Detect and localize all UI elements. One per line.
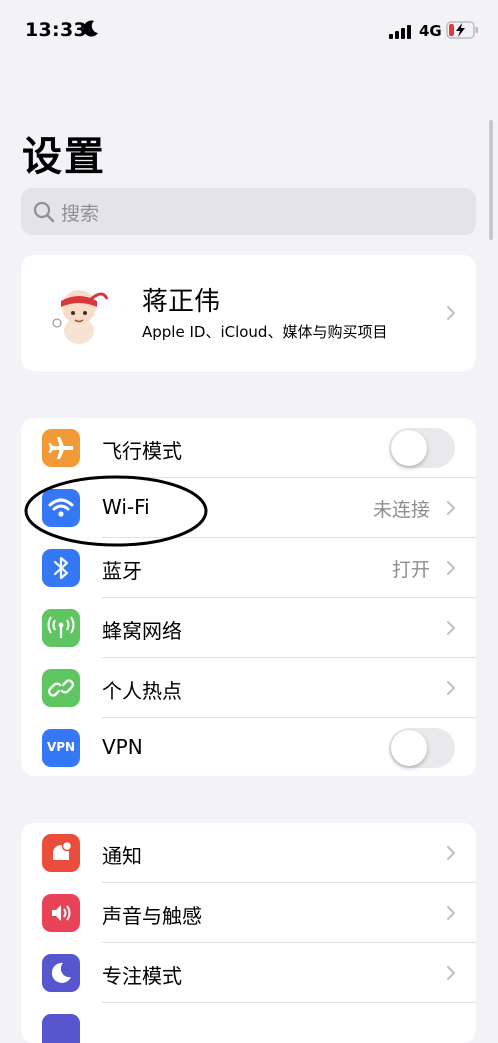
sound-label: 声音与触感 <box>102 904 202 928</box>
chevron-right-icon <box>446 305 456 321</box>
chevron-right-icon <box>446 965 456 981</box>
sound-row[interactable]: 声音与触感 <box>21 883 476 943</box>
apple-id-card[interactable]: 蒋正伟 Apple ID、iCloud、媒体与购买项目 <box>21 255 476 371</box>
chevron-right-icon <box>446 680 456 696</box>
vpn-row[interactable]: VPN VPN <box>21 718 476 776</box>
moon-icon <box>83 20 98 37</box>
bluetooth-icon <box>42 549 80 587</box>
hotspot-label: 个人热点 <box>102 679 182 703</box>
focus-moon-icon <box>42 954 80 992</box>
chevron-right-icon <box>446 620 456 636</box>
notifications-row[interactable]: 通知 <box>21 823 476 883</box>
page-title: 设置 <box>22 134 106 180</box>
airplane-icon <box>42 429 80 467</box>
annotation-ellipse <box>24 475 208 547</box>
scrollbar[interactable] <box>489 120 493 240</box>
notifications-label: 通知 <box>102 844 142 868</box>
hotspot-row[interactable]: 个人热点 <box>21 658 476 718</box>
status-bar: 13:33 4G <box>0 0 498 62</box>
cellular-icon <box>42 609 80 647</box>
profile-subtitle: Apple ID、iCloud、媒体与购买项目 <box>142 323 388 341</box>
search-input[interactable]: 搜索 <box>21 188 476 235</box>
search-icon <box>33 201 55 223</box>
notification-icon <box>42 834 80 872</box>
airplane-mode-toggle[interactable] <box>389 428 455 468</box>
status-time: 13:33 <box>25 19 87 41</box>
chevron-right-icon <box>446 500 456 516</box>
cellular-label: 蜂窝网络 <box>102 619 182 643</box>
vpn-icon-text: VPN <box>46 740 76 754</box>
chevron-right-icon <box>446 905 456 921</box>
avatar <box>45 279 115 349</box>
profile-name: 蒋正伟 <box>142 287 221 317</box>
focus-label: 专注模式 <box>102 964 182 988</box>
vpn-toggle[interactable] <box>389 728 455 768</box>
airplane-mode-row[interactable]: 飞行模式 <box>21 418 476 478</box>
partial-icon <box>42 1014 80 1043</box>
bluetooth-label: 蓝牙 <box>102 559 142 583</box>
bluetooth-status: 打开 <box>391 559 430 581</box>
next-row[interactable] <box>21 1003 476 1043</box>
vpn-label: VPN <box>102 735 143 759</box>
chevron-right-icon <box>446 845 456 861</box>
connectivity-group: 飞行模式 Wi-Fi 未连接 蓝牙 打开 蜂窝网络 个人热点 VPN VPN <box>21 418 476 776</box>
focus-row[interactable]: 专注模式 <box>21 943 476 1003</box>
airplane-mode-label: 飞行模式 <box>102 439 182 463</box>
notifications-group: 通知 声音与触感 专注模式 <box>21 823 476 1043</box>
battery-icon <box>446 21 478 39</box>
network-type: 4G <box>419 22 442 40</box>
signal-icon <box>389 25 411 39</box>
wifi-status: 未连接 <box>372 499 430 521</box>
hotspot-icon <box>42 669 80 707</box>
cellular-row[interactable]: 蜂窝网络 <box>21 598 476 658</box>
search-placeholder: 搜索 <box>61 203 100 225</box>
sound-icon <box>42 894 80 932</box>
chevron-right-icon <box>446 560 456 576</box>
vpn-icon: VPN <box>42 729 80 767</box>
